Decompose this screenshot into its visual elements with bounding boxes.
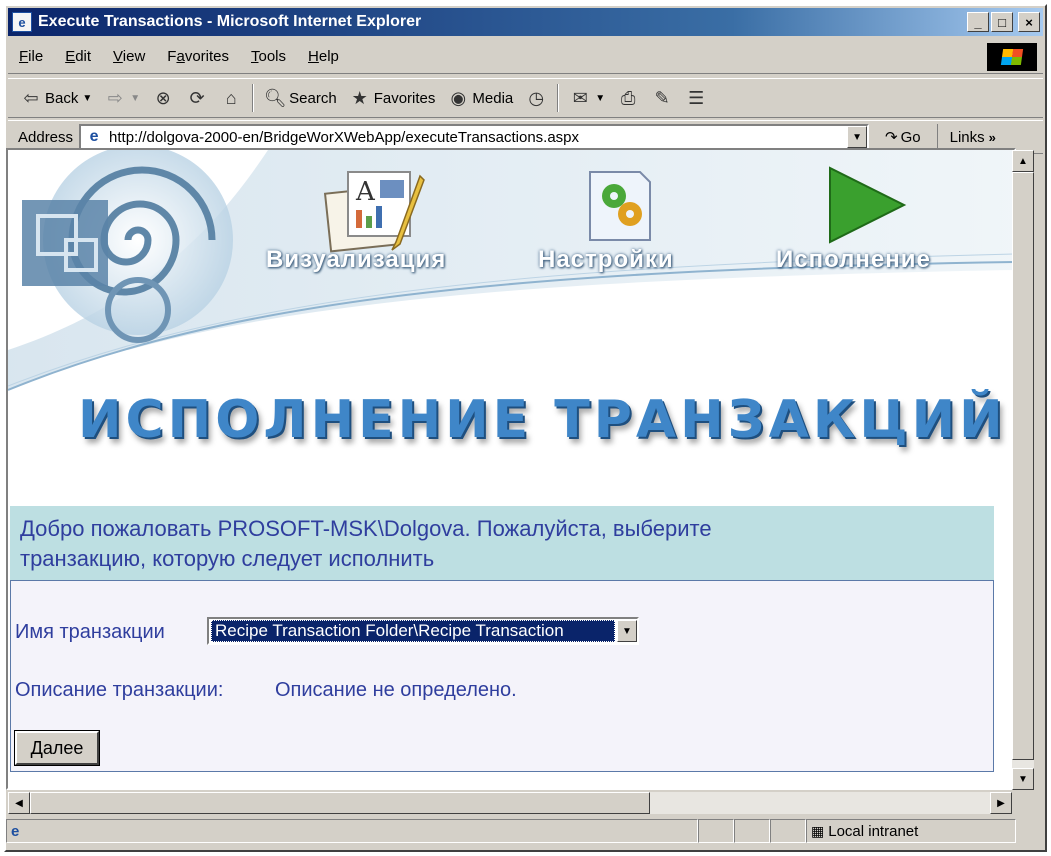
favorites-icon: ★	[351, 87, 368, 108]
horizontal-scroll-thumb[interactable]	[30, 792, 650, 814]
scroll-up-button[interactable]: ▲	[1012, 150, 1034, 172]
links-button[interactable]: Links »	[936, 124, 996, 150]
status-zone: ▦ Local intranet	[806, 819, 1016, 843]
back-button[interactable]: ⇦ Back ▼	[14, 83, 98, 113]
search-icon: 🔍︎	[263, 87, 287, 108]
refresh-button[interactable]: ⟳	[180, 83, 214, 113]
menu-file[interactable]: File	[8, 48, 54, 65]
caption-buttons: _ □ ×	[967, 12, 1040, 32]
home-icon: ⌂	[225, 87, 237, 108]
menu-help[interactable]: Help	[297, 48, 350, 65]
address-dropdown-button[interactable]: ▼	[847, 126, 868, 148]
vertical-scroll-thumb[interactable]	[1012, 172, 1034, 760]
transaction-select-value: Recipe Transaction Folder\Recipe Transac…	[211, 620, 615, 642]
print-icon: ⎙	[620, 87, 636, 108]
history-button[interactable]: ◷	[519, 83, 553, 113]
discuss-button[interactable]: ☰	[679, 83, 713, 113]
settings-icon	[589, 171, 651, 241]
favorites-button[interactable]: ★ Favorites	[343, 83, 442, 113]
window-title: Execute Transactions - Microsoft Interne…	[38, 13, 422, 30]
windows-logo-icon	[987, 43, 1037, 71]
menu-view[interactable]: View	[102, 48, 156, 65]
status-cell-2	[734, 819, 770, 843]
chevron-down-icon[interactable]: ▼	[617, 620, 637, 642]
transaction-description-label: Описание транзакции:	[15, 679, 224, 701]
standard-toolbar: ⇦ Back ▼ ⇨ ▼ ⊗ ⟳ ⌂ 🔍︎ Search ★ Favorites…	[8, 78, 1043, 118]
scrollbar-corner	[1012, 792, 1034, 814]
media-icon: ◉	[450, 87, 467, 108]
status-page-icon-cell: e	[6, 819, 698, 843]
nav-settings[interactable]: Настройки	[538, 246, 674, 274]
title-bar[interactable]: e Execute Transactions - Microsoft Inter…	[8, 8, 1043, 36]
page-icon: e	[89, 128, 99, 145]
back-arrow-icon: ⇦	[23, 87, 39, 108]
home-button[interactable]: ⌂	[214, 83, 248, 113]
next-button[interactable]: Далее	[14, 730, 100, 766]
mail-button[interactable]: ✉ ▼	[563, 83, 611, 113]
edit-icon: ✎	[654, 87, 670, 108]
scroll-left-button[interactable]: ◀	[8, 792, 30, 814]
nav-execution[interactable]: Исполнение	[776, 246, 931, 274]
ie-logo-icon: e	[12, 12, 32, 32]
menu-bar: File Edit View Favorites Tools Help	[8, 40, 1043, 74]
page-title: ИСПОЛНЕНИЕ ТРАНЗАКЦИЙ	[78, 390, 1007, 450]
chevron-down-icon: ▼	[82, 92, 93, 104]
horizontal-scrollbar[interactable]: ◀ ▶	[8, 792, 1012, 814]
page-done-icon: e	[11, 822, 20, 840]
edit-button[interactable]: ✎	[645, 83, 679, 113]
transaction-description-value: Описание не определено.	[275, 679, 517, 701]
chevron-down-icon: ▼	[595, 92, 606, 104]
menu-tools[interactable]: Tools	[240, 48, 297, 65]
chevron-down-icon: ▼	[130, 92, 141, 104]
go-arrow-icon: ↷	[885, 129, 898, 146]
welcome-line-2: транзакцию, которую следует исполнить	[20, 546, 435, 571]
status-cell-1	[698, 819, 734, 843]
status-cell-3	[770, 819, 806, 843]
search-button[interactable]: 🔍︎ Search	[258, 83, 343, 113]
minimize-button[interactable]: _	[967, 12, 989, 32]
menu-favorites[interactable]: Favorites	[156, 48, 240, 65]
media-button[interactable]: ◉ Media	[441, 83, 519, 113]
address-input[interactable]: e http://dolgova-2000-en/BridgeWorXWebAp…	[79, 124, 870, 150]
transaction-name-label: Имя транзакции	[15, 621, 165, 643]
toolbar-separator	[252, 84, 255, 112]
print-button[interactable]: ⎙	[611, 83, 645, 113]
svg-text:A: A	[355, 177, 376, 207]
go-button[interactable]: ↷ Go	[869, 128, 929, 147]
status-bar: e ▦ Local intranet	[6, 818, 1045, 844]
page-viewport: A Визуализация Настройки Исполнение ИСПО…	[6, 148, 1016, 790]
intranet-icon: ▦	[811, 822, 825, 839]
address-url: http://dolgova-2000-en/BridgeWorXWebApp/…	[109, 128, 580, 146]
vertical-scrollbar[interactable]: ▲ ▼	[1012, 150, 1034, 790]
forward-button[interactable]: ⇨ ▼	[98, 83, 146, 113]
refresh-icon: ⟳	[189, 87, 205, 108]
transaction-select[interactable]: Recipe Transaction Folder\Recipe Transac…	[207, 617, 639, 645]
stop-button[interactable]: ⊗	[146, 83, 180, 113]
menu-edit[interactable]: Edit	[54, 48, 102, 65]
toolbar-separator	[557, 84, 560, 112]
close-button[interactable]: ×	[1018, 12, 1040, 32]
welcome-message: Добро пожаловать PROSOFT-MSK\Dolgova. По…	[10, 506, 994, 580]
address-label: Address	[18, 128, 74, 146]
forward-arrow-icon: ⇨	[107, 87, 123, 108]
stop-icon: ⊗	[155, 87, 171, 108]
mail-icon: ✉	[572, 87, 588, 108]
nav-visualization[interactable]: Визуализация	[266, 246, 446, 274]
welcome-line-1: Добро пожаловать PROSOFT-MSK\Dolgova. По…	[20, 516, 712, 541]
scroll-right-button[interactable]: ▶	[990, 792, 1012, 814]
maximize-button[interactable]: □	[991, 12, 1013, 32]
chevron-right-icon: »	[988, 129, 996, 145]
header-artwork: A	[8, 150, 1014, 391]
history-icon: ◷	[528, 87, 545, 108]
scroll-down-button[interactable]: ▼	[1012, 768, 1034, 790]
discuss-icon: ☰	[688, 87, 705, 108]
transaction-form: Имя транзакции Recipe Transaction Folder…	[10, 580, 994, 772]
